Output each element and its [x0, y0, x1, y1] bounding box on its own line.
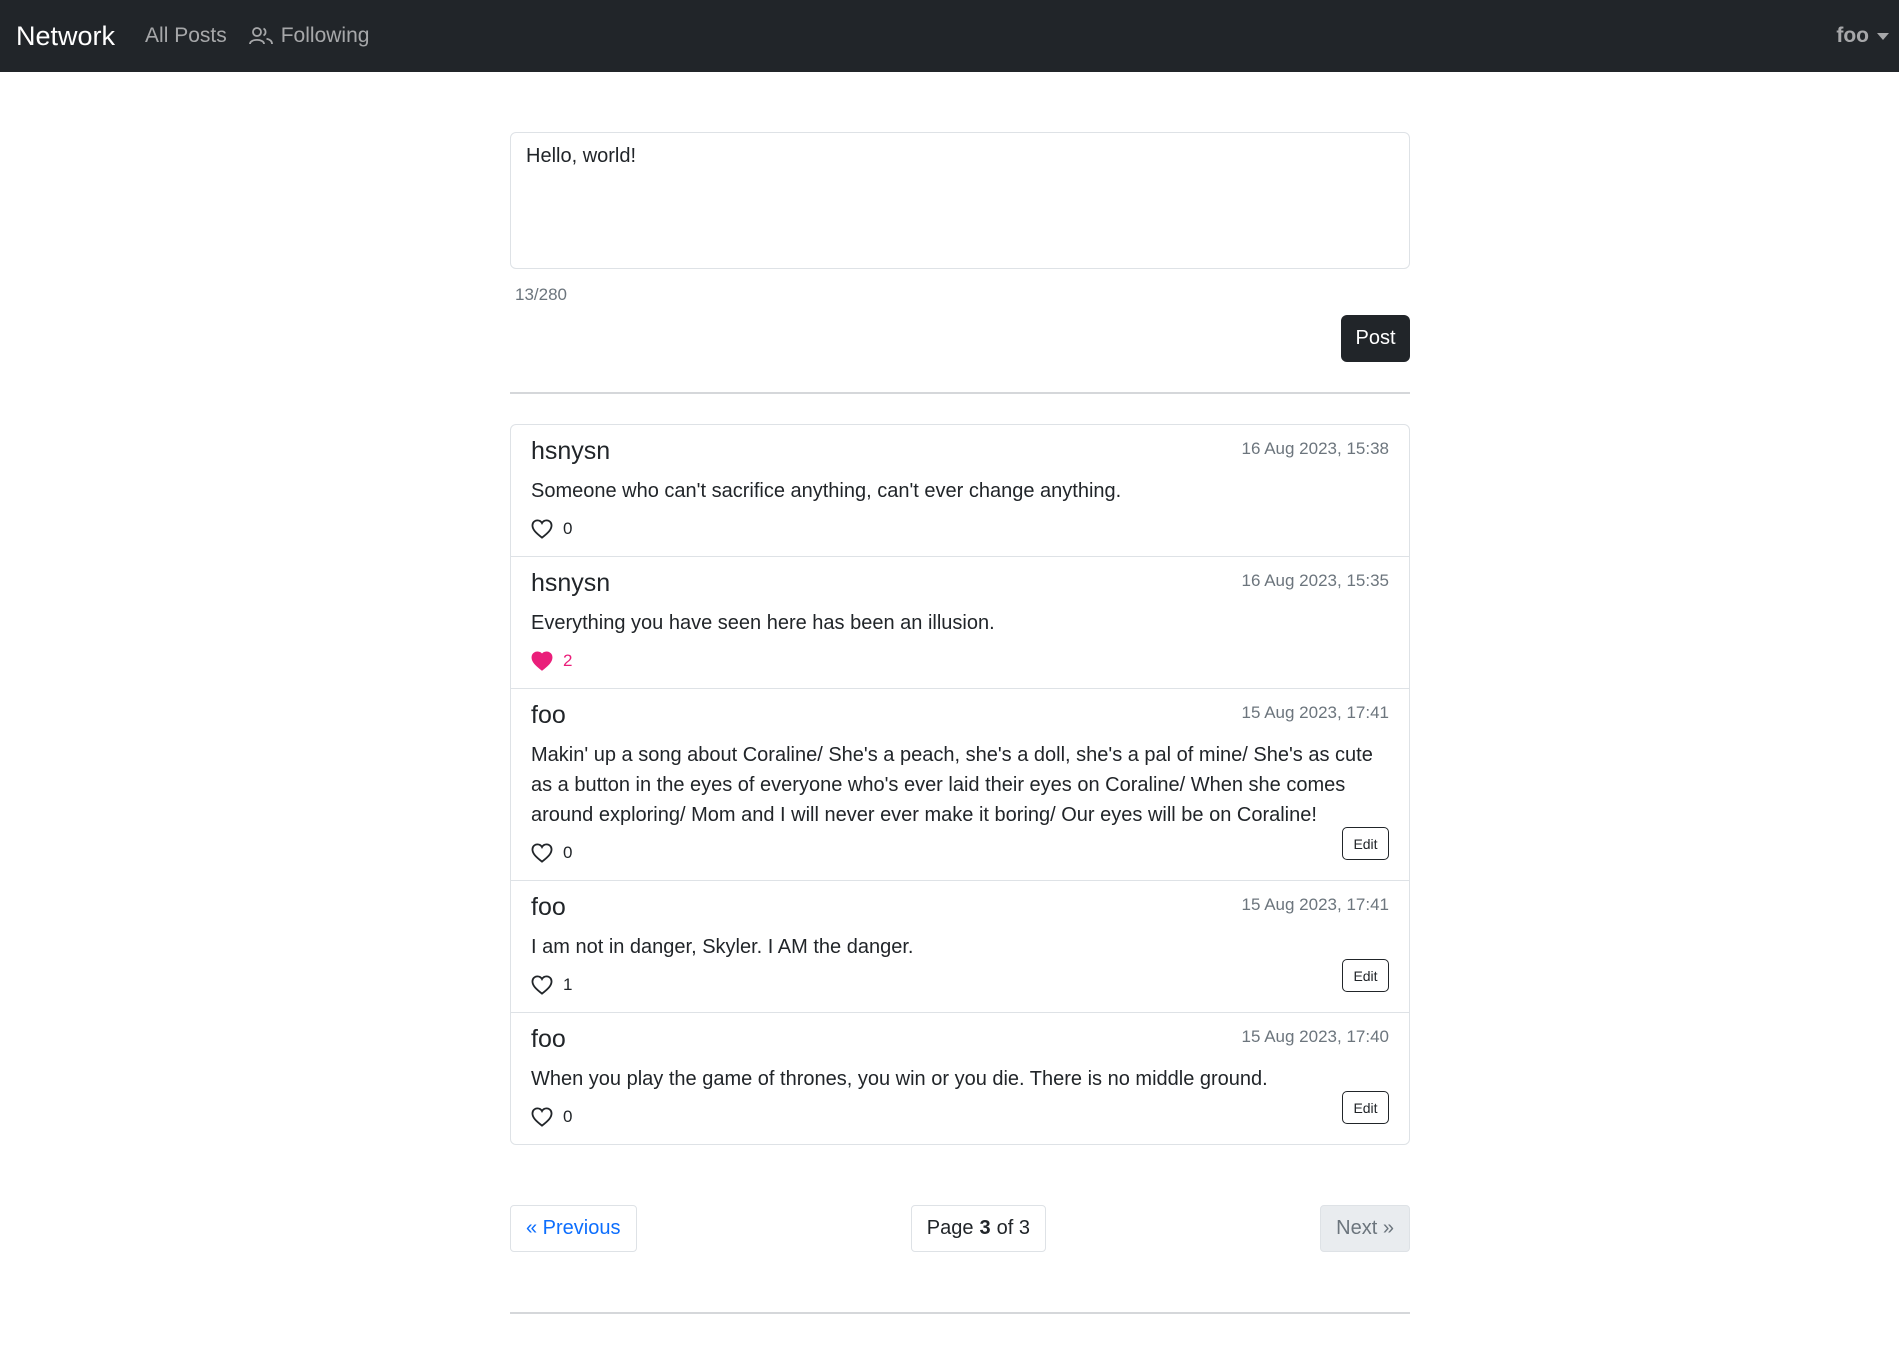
post-button[interactable]: Post: [1341, 315, 1410, 362]
like-row: 0: [531, 516, 1389, 542]
post-item: hsnysn 16 Aug 2023, 15:38 Someone who can'…: [511, 425, 1409, 557]
heart-filled-icon[interactable]: [531, 651, 553, 671]
navbar: Network All Posts Following foo: [0, 0, 1899, 72]
like-row: 0: [531, 1104, 1389, 1130]
user-menu-label: foo: [1836, 24, 1869, 47]
post-item: foo 15 Aug 2023, 17:41 Makin' up a song ab…: [511, 689, 1409, 881]
post-timestamp: 15 Aug 2023, 17:41: [1241, 703, 1389, 722]
pagination: « Previous Page 3 of 3 Next »: [510, 1205, 1410, 1252]
heart-outline-icon[interactable]: [531, 519, 553, 539]
main-content: 13/280 Post hsnysn 16 Aug 2023, 15:38 Some…: [510, 72, 1410, 1314]
edit-post-button[interactable]: Edit: [1342, 1091, 1389, 1124]
nav-all-posts[interactable]: All Posts: [145, 24, 227, 48]
post-content: I am not in danger, Skyler. I AM the dan…: [531, 936, 914, 958]
nav-following-label: Following: [280, 24, 370, 47]
user-menu[interactable]: foo: [1836, 0, 1889, 72]
new-post-textarea[interactable]: [510, 132, 1410, 269]
post-author[interactable]: foo: [531, 893, 566, 922]
next-page-button[interactable]: Next »: [1320, 1205, 1410, 1252]
post-timestamp: 15 Aug 2023, 17:41: [1241, 895, 1389, 914]
post-author[interactable]: foo: [531, 701, 566, 730]
like-row: 0: [531, 840, 1389, 866]
page-total: of 3: [996, 1217, 1030, 1239]
edit-post-button[interactable]: Edit: [1342, 959, 1389, 992]
post-author[interactable]: hsnysn: [531, 569, 610, 598]
post-content: Makin' up a song about Coraline/ She's a…: [531, 744, 1373, 826]
post-item: hsnysn 16 Aug 2023, 15:35 Everything you h…: [511, 557, 1409, 689]
character-counter: 13/280: [515, 285, 567, 304]
like-count: 0: [563, 1107, 573, 1126]
caret-down-icon: [1877, 32, 1889, 40]
post-content: Someone who can't sacrifice anything, ca…: [531, 480, 1122, 502]
like-row: 1: [531, 972, 1389, 998]
post-item: foo 15 Aug 2023, 17:40 When you play the g…: [511, 1013, 1409, 1144]
post-timestamp: 16 Aug 2023, 15:35: [1241, 571, 1389, 590]
post-button-row: Post: [510, 315, 1410, 362]
post-feed: hsnysn 16 Aug 2023, 15:38 Someone who can'…: [510, 424, 1410, 1145]
composer-divider: [510, 392, 1410, 394]
nav-following[interactable]: Following: [248, 24, 370, 48]
bottom-divider: [510, 1312, 1410, 1314]
post-content: When you play the game of thrones, you w…: [531, 1068, 1268, 1090]
page-indicator: Page 3 of 3: [910, 1205, 1046, 1252]
post-item: foo 15 Aug 2023, 17:41 I am not in danger,…: [511, 881, 1409, 1013]
post-author[interactable]: hsnysn: [531, 437, 610, 466]
heart-outline-icon[interactable]: [531, 975, 553, 995]
post-content: Everything you have seen here has been a…: [531, 612, 995, 634]
brand-link[interactable]: Network: [16, 21, 115, 52]
like-count: 2: [563, 651, 573, 670]
like-row: 2: [531, 648, 1389, 674]
page-prefix: Page: [926, 1217, 974, 1239]
heart-outline-icon[interactable]: [531, 1107, 553, 1127]
post-author[interactable]: foo: [531, 1025, 566, 1054]
like-count: 1: [563, 975, 573, 994]
like-count: 0: [563, 843, 573, 862]
previous-page-button[interactable]: « Previous: [510, 1205, 637, 1252]
post-timestamp: 15 Aug 2023, 17:40: [1241, 1027, 1389, 1046]
like-count: 0: [563, 519, 573, 538]
nav-all-posts-label: All Posts: [145, 24, 227, 47]
edit-post-button[interactable]: Edit: [1342, 827, 1389, 860]
current-page: 3: [979, 1217, 991, 1239]
people-icon: [248, 27, 273, 45]
post-timestamp: 16 Aug 2023, 15:38: [1241, 439, 1389, 458]
heart-outline-icon[interactable]: [531, 843, 553, 863]
